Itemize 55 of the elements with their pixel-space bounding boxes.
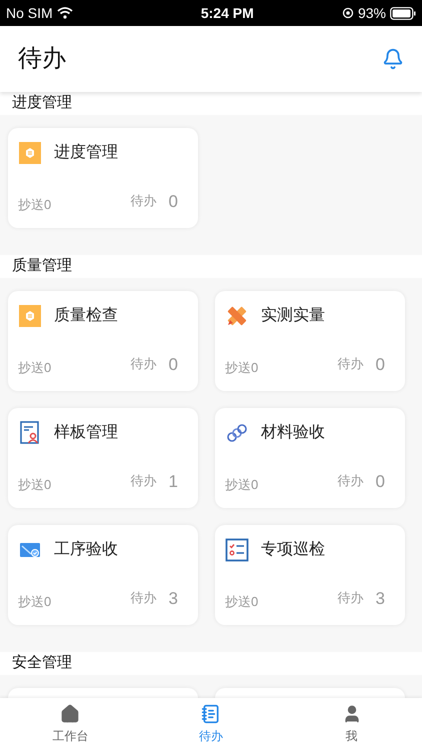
battery-icon: [390, 6, 416, 20]
todo-label: 待办: [130, 192, 157, 210]
checklist-icon: [225, 538, 249, 562]
todo-count: 0: [376, 470, 385, 492]
orientation-lock-icon: [342, 7, 354, 19]
section-header: 进度管理: [0, 92, 422, 115]
bell-icon: [382, 48, 404, 70]
card-title: 实测实量: [261, 306, 325, 326]
carrier-text: No SIM: [6, 4, 53, 22]
card-title: 材料验收: [261, 422, 325, 443]
card-title: 样板管理: [54, 423, 118, 443]
section-header: 质量管理: [0, 255, 422, 278]
card-title: 质量检查: [54, 306, 118, 326]
clock-text: 5:24 PM: [200, 4, 254, 22]
module-card[interactable]: 进度管理 抄送0 待办 0: [8, 128, 198, 228]
todo-count: 3: [168, 588, 178, 610]
module-card[interactable]: 样板管理 抄送0 待办 1: [8, 408, 198, 508]
todo-label: 待办: [130, 472, 157, 490]
notification-button[interactable]: [382, 48, 404, 70]
todo-label: 待办: [338, 354, 364, 372]
cc-count: 抄送0: [18, 476, 52, 494]
module-card[interactable]: 实测实量 抄送0 待办 0: [215, 291, 405, 391]
todo-count: 3: [376, 588, 385, 610]
todo-count: 0: [376, 354, 385, 376]
card-title: 专项巡检: [261, 540, 325, 560]
todo-count: 0: [168, 354, 178, 376]
cc-count: 抄送0: [225, 592, 258, 610]
cc-count: 抄送0: [225, 476, 258, 494]
module-card[interactable]: 材料验收 抄送0 待办 0: [215, 408, 405, 508]
cc-count: 抄送0: [18, 196, 52, 214]
section-header: 安全管理: [0, 652, 422, 675]
module-card[interactable]: 专项巡检 抄送0 待办 3: [215, 525, 405, 625]
module-card[interactable]: 质量检查 抄送0 待办 0: [8, 291, 198, 391]
todo-label: 待办: [130, 588, 157, 606]
cc-count: 抄送0: [18, 358, 52, 376]
checked-card-icon: [19, 540, 41, 560]
todo-count: 1: [168, 470, 178, 492]
document-person-icon: [19, 421, 41, 445]
home-icon: [60, 704, 80, 724]
notebook-icon: [201, 704, 221, 724]
wifi-icon: [56, 7, 73, 19]
card-title: 工序验收: [54, 540, 118, 560]
page-title: 待办: [18, 44, 66, 74]
tab-item[interactable]: 我: [281, 698, 422, 750]
cc-count: 抄送0: [18, 592, 52, 610]
todo-label: 待办: [338, 588, 364, 606]
module-card[interactable]: 工序验收 抄送0 待办 3: [8, 525, 198, 625]
tab-item[interactable]: 工作台: [0, 698, 141, 750]
todo-count: 0: [168, 190, 178, 212]
cc-count: 抄送0: [225, 358, 258, 376]
tab-item[interactable]: 待办: [140, 698, 282, 750]
battery-text: 93%: [358, 4, 386, 22]
todo-label: 待办: [338, 472, 364, 490]
todo-label: 待办: [130, 354, 157, 372]
card-title: 进度管理: [54, 142, 118, 163]
